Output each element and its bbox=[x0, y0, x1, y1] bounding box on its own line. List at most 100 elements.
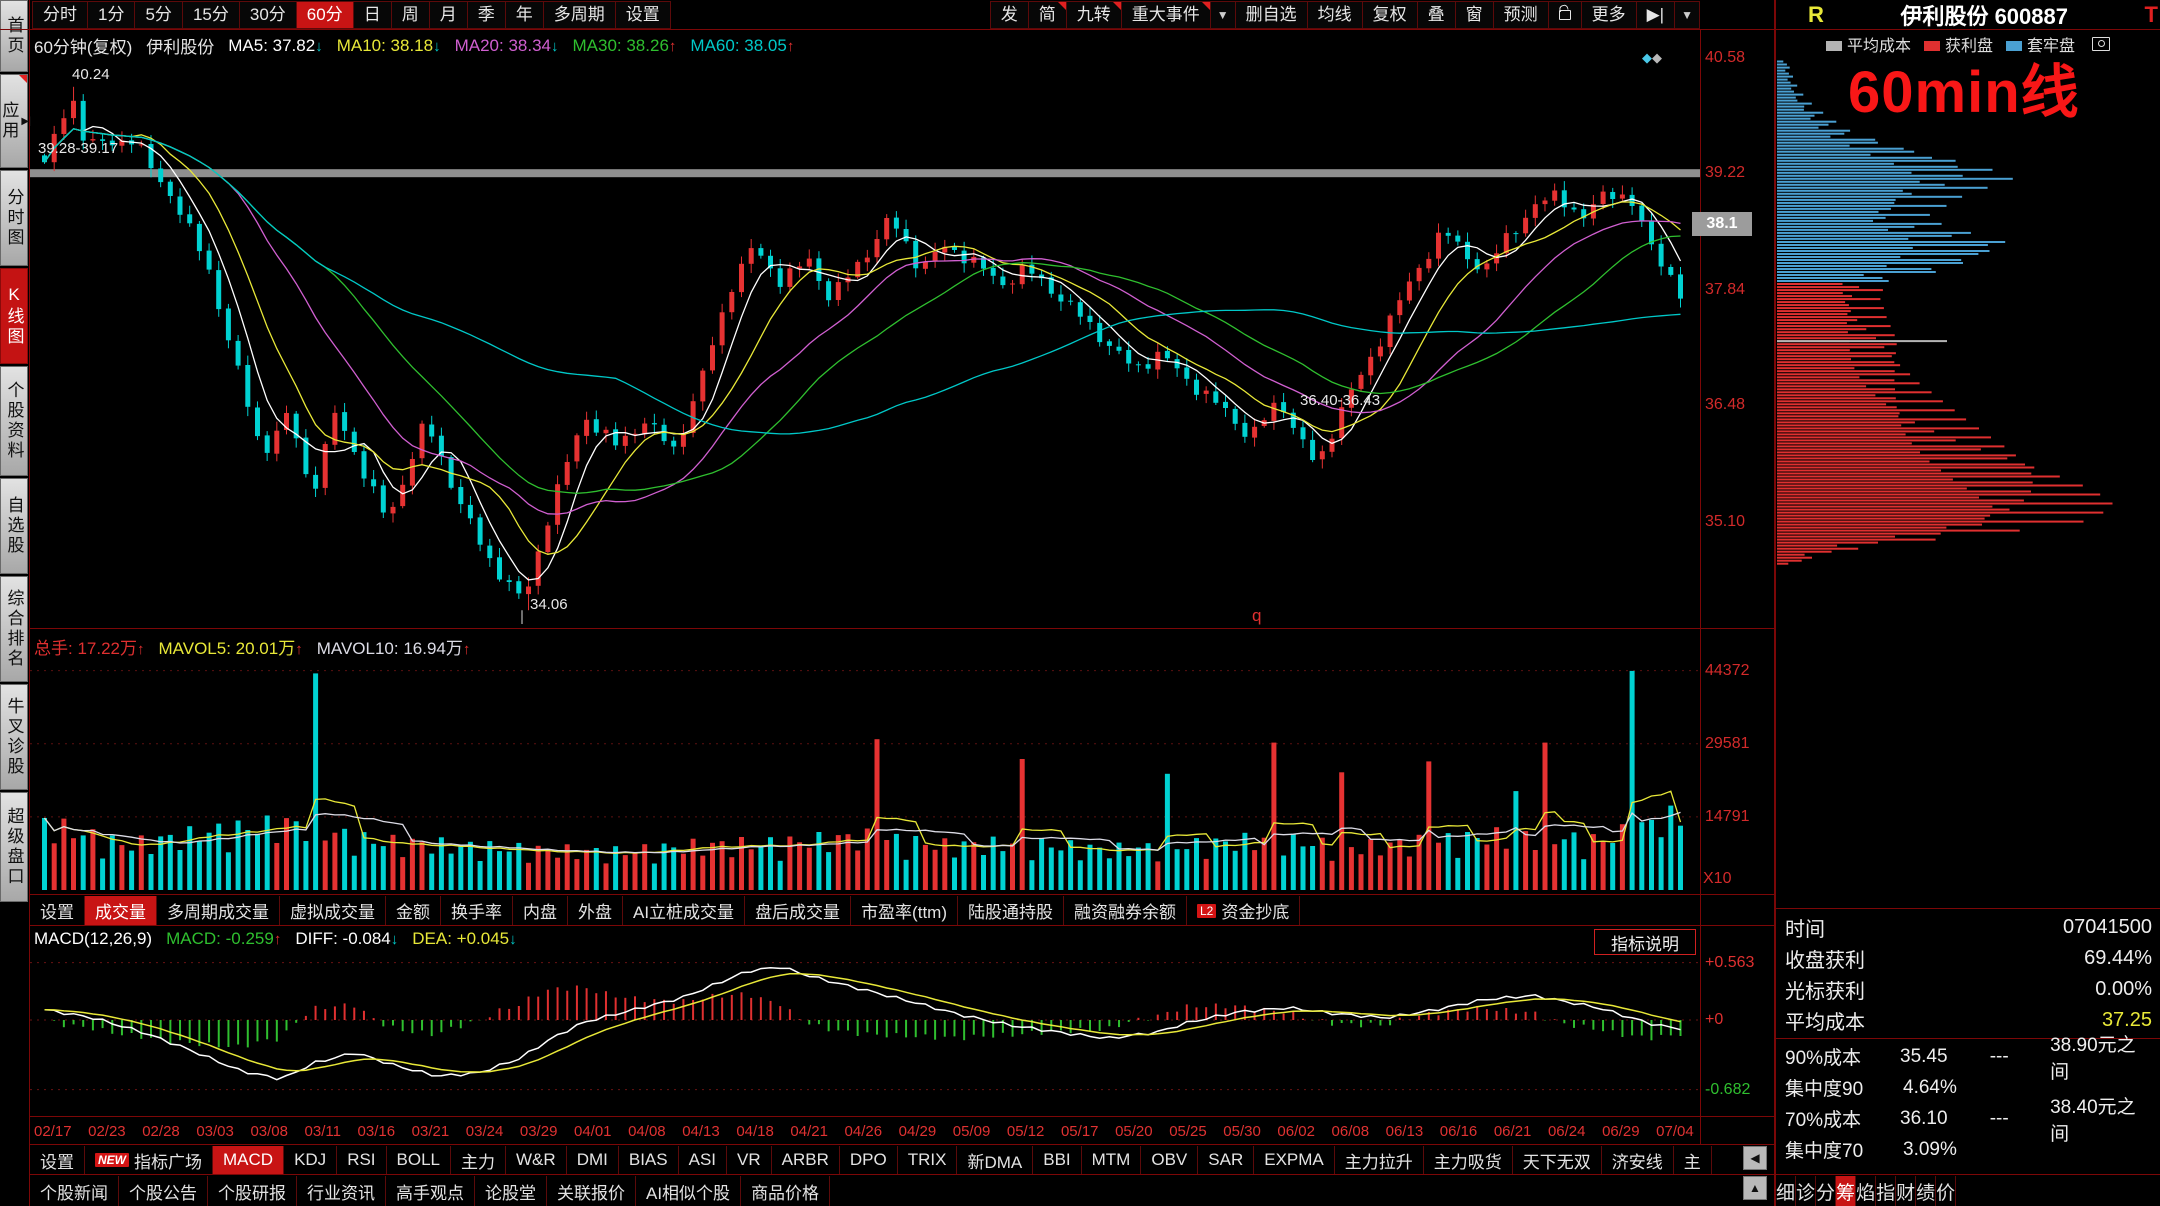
indicator-tab-主[interactable]: 主 bbox=[1674, 1146, 1712, 1174]
toolbar-button-▼[interactable]: ▼ bbox=[1675, 1, 1700, 29]
indicator-tab-主力吸货[interactable]: 主力吸货 bbox=[1424, 1146, 1513, 1174]
news-tab-关联报价[interactable]: 关联报价 bbox=[547, 1176, 636, 1206]
right-tab-指[interactable]: 指 bbox=[1876, 1176, 1896, 1206]
toolbar-button-叠[interactable]: 叠 bbox=[1418, 1, 1456, 29]
right-tab-财[interactable]: 财 bbox=[1896, 1176, 1916, 1206]
indicator-tab-ASI[interactable]: ASI bbox=[679, 1146, 727, 1174]
period-button-周[interactable]: 周 bbox=[392, 1, 430, 29]
volume-tab-金额[interactable]: 金额 bbox=[386, 896, 441, 925]
period-button-日[interactable]: 日 bbox=[354, 1, 392, 29]
indicator-tab-BBI[interactable]: BBI bbox=[1033, 1146, 1081, 1174]
macd-chart[interactable] bbox=[30, 956, 1700, 1116]
period-button-月[interactable]: 月 bbox=[430, 1, 468, 29]
jump-latest-icon[interactable]: ▶| bbox=[1637, 1, 1676, 29]
news-tab-个股研报[interactable]: 个股研报 bbox=[208, 1176, 297, 1206]
indicator-tab-OBV[interactable]: OBV bbox=[1141, 1146, 1198, 1174]
indicator-tab-TRIX[interactable]: TRIX bbox=[898, 1146, 958, 1174]
scroll-left-button[interactable]: ◀ bbox=[1743, 1146, 1767, 1170]
toolbar-button-发[interactable]: 发 bbox=[990, 1, 1029, 29]
right-tab-诊[interactable]: 诊 bbox=[1796, 1176, 1816, 1206]
indicator-tab-设置[interactable]: 设置 bbox=[30, 1146, 85, 1174]
volume-tab-市盈率(ttm)[interactable]: 市盈率(ttm) bbox=[851, 896, 958, 925]
sidebar-item-个股资料[interactable]: 个股资料 bbox=[0, 366, 28, 476]
indicator-tab-VR[interactable]: VR bbox=[727, 1146, 772, 1174]
toolbar-button-▼[interactable]: ▼ bbox=[1211, 1, 1236, 29]
snapshot-icon[interactable] bbox=[2092, 37, 2110, 51]
volume-tab-AI立桩成交量[interactable]: AI立桩成交量 bbox=[623, 896, 745, 925]
volume-tab-盘后成交量[interactable]: 盘后成交量 bbox=[745, 896, 851, 925]
volume-chart[interactable] bbox=[30, 660, 1700, 893]
volume-tab-设置[interactable]: 设置 bbox=[30, 896, 85, 925]
sidebar-item-首页[interactable]: 首页 bbox=[0, 0, 28, 72]
indicator-tab-KDJ[interactable]: KDJ bbox=[284, 1146, 337, 1174]
right-tab-价[interactable]: 价 bbox=[1936, 1176, 1956, 1206]
sidebar-item-牛叉诊股[interactable]: 牛叉诊股 bbox=[0, 684, 28, 790]
toolbar-button-九转[interactable]: 九转 bbox=[1067, 1, 1122, 29]
period-button-60分[interactable]: 60分 bbox=[297, 1, 354, 29]
indicator-tab-天下无双[interactable]: 天下无双 bbox=[1513, 1146, 1602, 1174]
collapse-button[interactable]: ▲ bbox=[1743, 1176, 1767, 1200]
chip-distribution-chart[interactable] bbox=[1776, 58, 2160, 624]
indicator-tab-BOLL[interactable]: BOLL bbox=[387, 1146, 451, 1174]
news-tab-个股公告[interactable]: 个股公告 bbox=[119, 1176, 208, 1206]
sidebar-item-分时图[interactable]: 分时图 bbox=[0, 170, 28, 266]
period-button-多周期[interactable]: 多周期 bbox=[544, 1, 616, 29]
news-tab-论股堂[interactable]: 论股堂 bbox=[475, 1176, 547, 1206]
volume-tab-融资融券余额[interactable]: 融资融券余额 bbox=[1064, 896, 1187, 925]
volume-tab-资金抄底[interactable]: L2资金抄底 bbox=[1187, 896, 1300, 925]
indicator-tab-MACD[interactable]: MACD bbox=[213, 1146, 284, 1174]
right-tab-绩[interactable]: 绩 bbox=[1916, 1176, 1936, 1206]
toolbar-button-均线[interactable]: 均线 bbox=[1308, 1, 1363, 29]
period-button-1分[interactable]: 1分 bbox=[88, 1, 135, 29]
indicator-tab-BIAS[interactable]: BIAS bbox=[619, 1146, 679, 1174]
right-tab-分[interactable]: 分 bbox=[1816, 1176, 1836, 1206]
period-button-设置[interactable]: 设置 bbox=[616, 1, 671, 29]
toolbar-button-窗[interactable]: 窗 bbox=[1456, 1, 1494, 29]
indicator-tab-新DMA[interactable]: 新DMA bbox=[957, 1146, 1033, 1174]
toolbar-button-重大事件[interactable]: 重大事件 bbox=[1122, 1, 1211, 29]
indicator-tab-SAR[interactable]: SAR bbox=[1198, 1146, 1254, 1174]
indicator-tab-W&R[interactable]: W&R bbox=[506, 1146, 567, 1174]
volume-tab-陆股通持股[interactable]: 陆股通持股 bbox=[958, 896, 1064, 925]
unlock-icon[interactable] bbox=[1549, 1, 1582, 29]
news-tab-商品价格[interactable]: 商品价格 bbox=[741, 1176, 830, 1206]
indicator-help-button[interactable]: 指标说明 bbox=[1594, 929, 1696, 955]
period-button-分时[interactable]: 分时 bbox=[32, 1, 88, 29]
right-tab-细[interactable]: 细 bbox=[1776, 1176, 1796, 1206]
indicator-tab-主力拉升[interactable]: 主力拉升 bbox=[1335, 1146, 1424, 1174]
kline-chart[interactable] bbox=[30, 58, 1700, 624]
toolbar-button-删自选[interactable]: 删自选 bbox=[1236, 1, 1308, 29]
period-button-5分[interactable]: 5分 bbox=[135, 1, 182, 29]
indicator-tab-主力[interactable]: 主力 bbox=[451, 1146, 506, 1174]
period-button-年[interactable]: 年 bbox=[506, 1, 544, 29]
indicator-tab-DMI[interactable]: DMI bbox=[567, 1146, 619, 1174]
volume-tab-内盘[interactable]: 内盘 bbox=[513, 896, 568, 925]
right-tab-筹[interactable]: 筹 bbox=[1836, 1176, 1856, 1206]
toolbar-button-更多[interactable]: 更多 bbox=[1582, 1, 1637, 29]
news-tab-AI相似个股[interactable]: AI相似个股 bbox=[636, 1176, 741, 1206]
news-tab-高手观点[interactable]: 高手观点 bbox=[386, 1176, 475, 1206]
indicator-tab-MTM[interactable]: MTM bbox=[1082, 1146, 1142, 1174]
period-button-季[interactable]: 季 bbox=[468, 1, 506, 29]
right-tab-焰[interactable]: 焰 bbox=[1856, 1176, 1876, 1206]
news-tab-行业资讯[interactable]: 行业资讯 bbox=[297, 1176, 386, 1206]
indicator-tab-EXPMA[interactable]: EXPMA bbox=[1254, 1146, 1335, 1174]
sidebar-item-应用[interactable]: ▶|应用 bbox=[0, 74, 28, 168]
volume-tab-虚拟成交量[interactable]: 虚拟成交量 bbox=[280, 896, 386, 925]
toolbar-button-预测[interactable]: 预测 bbox=[1494, 1, 1549, 29]
sidebar-item-K线图[interactable]: K线图 bbox=[0, 268, 28, 364]
news-tab-个股新闻[interactable]: 个股新闻 bbox=[30, 1176, 119, 1206]
indicator-tab-ARBR[interactable]: ARBR bbox=[772, 1146, 840, 1174]
indicator-tab-指标广场[interactable]: NEW指标广场 bbox=[85, 1146, 213, 1174]
period-button-30分[interactable]: 30分 bbox=[240, 1, 297, 29]
volume-tab-外盘[interactable]: 外盘 bbox=[568, 896, 623, 925]
period-button-15分[interactable]: 15分 bbox=[183, 1, 240, 29]
indicator-tab-济安线[interactable]: 济安线 bbox=[1602, 1146, 1674, 1174]
toolbar-button-简[interactable]: 简 bbox=[1029, 1, 1067, 29]
sidebar-item-自选股[interactable]: 自选股 bbox=[0, 478, 28, 574]
volume-tab-成交量[interactable]: 成交量 bbox=[85, 896, 157, 925]
sidebar-item-综合排名[interactable]: 综合排名 bbox=[0, 576, 28, 682]
indicator-tab-RSI[interactable]: RSI bbox=[337, 1146, 386, 1174]
volume-tab-换手率[interactable]: 换手率 bbox=[441, 896, 513, 925]
sidebar-item-超级盘口[interactable]: 超级盘口 bbox=[0, 792, 28, 902]
